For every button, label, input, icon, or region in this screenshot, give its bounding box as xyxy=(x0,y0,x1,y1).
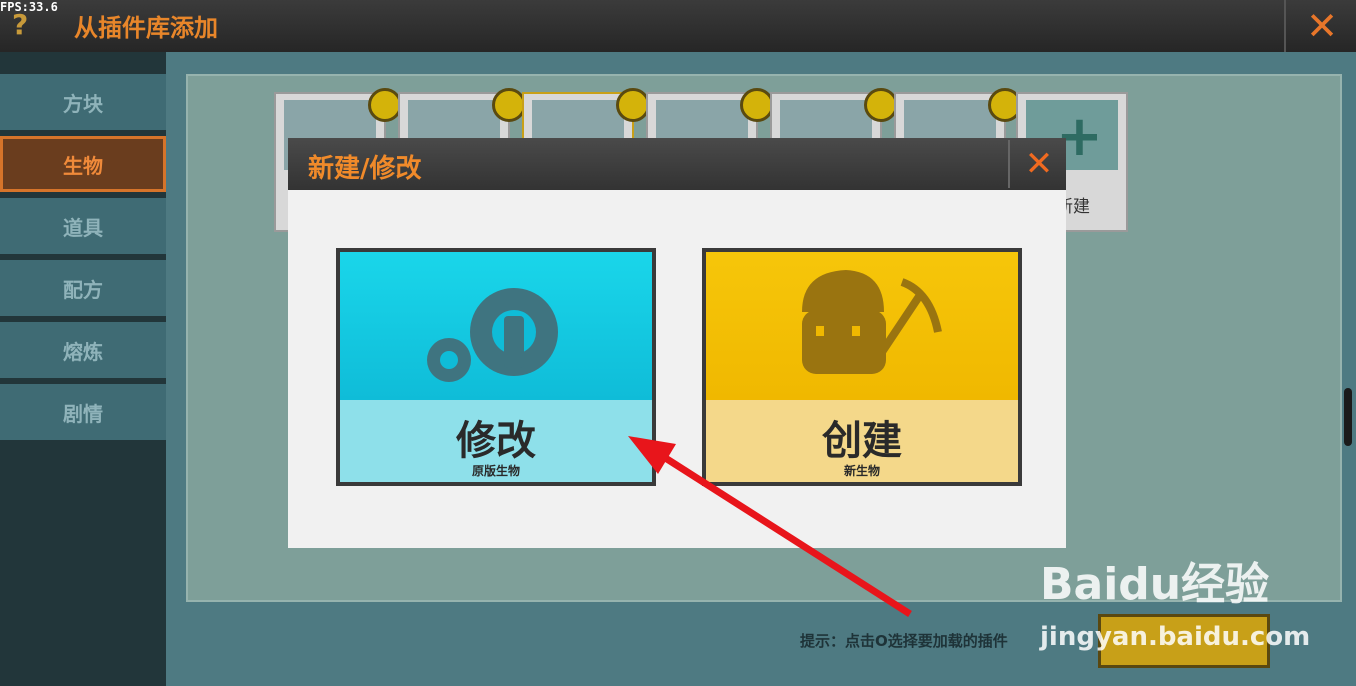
watermark-url: jingyan.baidu.com xyxy=(1040,622,1311,652)
watermark-logo: Baidu经验 xyxy=(1040,559,1270,610)
